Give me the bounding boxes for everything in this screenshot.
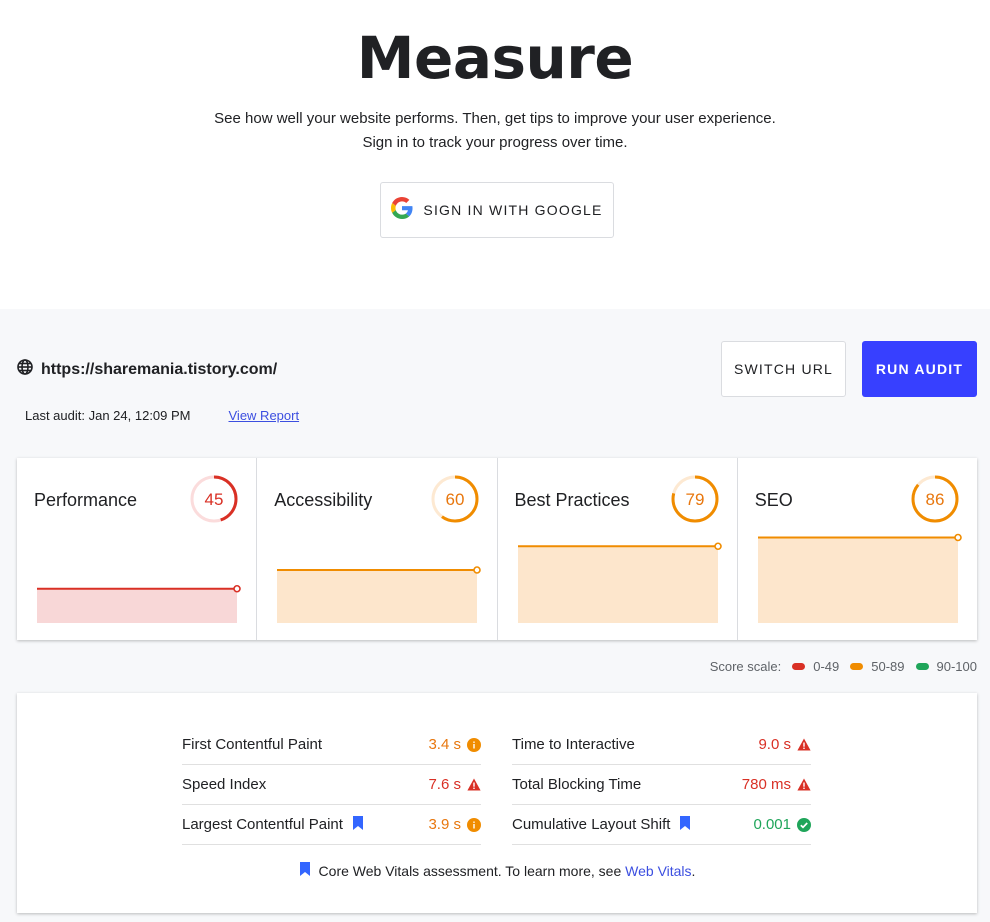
scale-item-pass: 90-100 [915,659,977,674]
metric-value: 0.001 [753,816,791,833]
category-card-best-practices[interactable]: Best Practices 79 [498,458,738,640]
view-report-link[interactable]: View Report [229,408,300,423]
web-vitals-link[interactable]: Web Vitals [625,863,691,879]
scale-item-fail: 0-49 [792,659,839,674]
switch-url-button[interactable]: SWITCH URL [721,341,846,397]
bookmark-icon [299,861,311,880]
metric-name: First Contentful Paint [182,736,323,753]
category-cards: Performance 45 Accessibility 60 Best Practic… [17,458,977,640]
metric-row: Largest Contentful Paint 3.9 s [182,805,481,845]
metric-label: Time to Interactive [512,736,635,753]
hero-section: Measure See how well your website perfor… [0,0,990,309]
metric-label: Largest Contentful Paint [182,815,364,835]
score-scale-label: Score scale: [709,659,782,674]
sign-in-with-google-label: SIGN IN WITH GOOGLE [423,202,603,218]
metrics-panel: First Contentful Paint 3.4 s Speed Index 7.… [17,693,977,913]
scale-range-average: 50-89 [871,659,905,674]
scale-range-fail: 0-49 [813,659,840,674]
google-g-icon [391,196,413,224]
run-audit-button[interactable]: RUN AUDIT [862,341,977,397]
fail-dot-icon [792,663,806,670]
score-gauge: 86 [911,475,959,523]
check-circle-icon [797,817,811,832]
report-section: https://sharemania.tistory.com/ Last aud… [0,309,990,922]
metric-value-group: 3.4 s [428,736,481,753]
score-value: 60 [445,490,464,509]
scale-item-average: 50-89 [850,659,905,674]
metric-row: Time to Interactive 9.0 s [512,725,811,765]
bookmark-icon [352,815,364,835]
warning-triangle-icon [467,778,481,791]
score-gauge: 79 [671,475,719,523]
metric-row: Cumulative Layout Shift 0.001 [512,805,811,845]
metric-label: Total Blocking Time [512,776,641,793]
warning-triangle-icon [797,778,811,791]
globe-icon [17,359,33,380]
category-card-performance[interactable]: Performance 45 [17,458,258,640]
category-card-accessibility[interactable]: Accessibility 60 [257,458,498,640]
metric-row: Total Blocking Time 780 ms [512,765,811,805]
scale-range-pass: 90-100 [936,659,977,674]
score-history-area [517,546,718,623]
score-value: 86 [926,490,945,509]
metric-value: 3.9 s [428,816,461,833]
page-title: Measure [356,24,634,92]
metric-name: Speed Index [182,776,267,793]
hero-subtitle-signin: Sign in to track your progress over time… [362,134,628,151]
metric-value-group: 7.6 s [428,776,481,793]
core-web-vitals-note: Core Web Vitals assessment. To learn mor… [17,861,977,880]
metric-name: Cumulative Layout Shift [512,816,671,833]
sign-in-with-google-button[interactable]: SIGN IN WITH GOOGLE [380,182,614,238]
bookmark-icon [679,815,691,835]
metric-value: 3.4 s [428,736,461,753]
last-audit-row: Last audit: Jan 24, 12:09 PM View Report [25,408,299,423]
score-history-point [473,566,482,574]
metric-name: Total Blocking Time [512,776,642,793]
score-history-point [233,584,241,593]
metric-value: 9.0 s [758,736,791,753]
footnote-end: . [691,862,696,879]
score-scale-legend: Score scale: 0-49 50-89 90-100 [710,659,977,674]
metric-value-group: 9.0 s [758,736,811,753]
footnote-text: Core Web Vitals assessment. To learn mor… [318,862,626,879]
score-value: 45 [205,490,224,509]
metric-name: Time to Interactive [512,736,635,753]
score-history-area [757,537,958,623]
audited-url: https://sharemania.tistory.com/ [17,359,277,380]
score-value: 79 [685,490,704,509]
info-circle-icon [467,737,481,752]
warning-triangle-icon [797,738,811,751]
metric-value-group: 3.9 s [428,816,481,833]
metric-label: First Contentful Paint [182,736,322,753]
metric-value: 7.6 s [428,776,461,793]
info-circle-icon [467,817,481,832]
last-audit-text: Last audit: Jan 24, 12:09 PM [25,408,191,423]
average-dot-icon [850,663,864,670]
hero-subtitle: See how well your website performs. Then… [214,110,776,127]
category-card-seo[interactable]: SEO 86 [738,458,977,640]
score-gauge: 60 [431,475,478,523]
metric-row: First Contentful Paint 3.4 s [182,725,481,765]
score-history-point [953,533,962,542]
score-history-area [277,570,478,623]
metric-label: Cumulative Layout Shift [512,815,691,835]
score-gauge: 45 [190,475,238,523]
metric-label: Speed Index [182,776,266,793]
url-text: https://sharemania.tistory.com/ [41,360,278,378]
metrics-column-left: First Contentful Paint 3.4 s Speed Index 7.… [182,725,481,845]
metric-value-group: 780 ms [742,776,811,793]
score-history-area [37,588,237,623]
metric-row: Speed Index 7.6 s [182,765,481,805]
score-history-point [713,542,722,551]
metric-value-group: 0.001 [753,816,811,833]
metrics-column-right: Time to Interactive 9.0 s Total Blocking T… [512,725,811,845]
pass-dot-icon [915,663,929,670]
metric-value: 780 ms [741,776,791,793]
metric-name: Largest Contentful Paint [182,816,343,833]
